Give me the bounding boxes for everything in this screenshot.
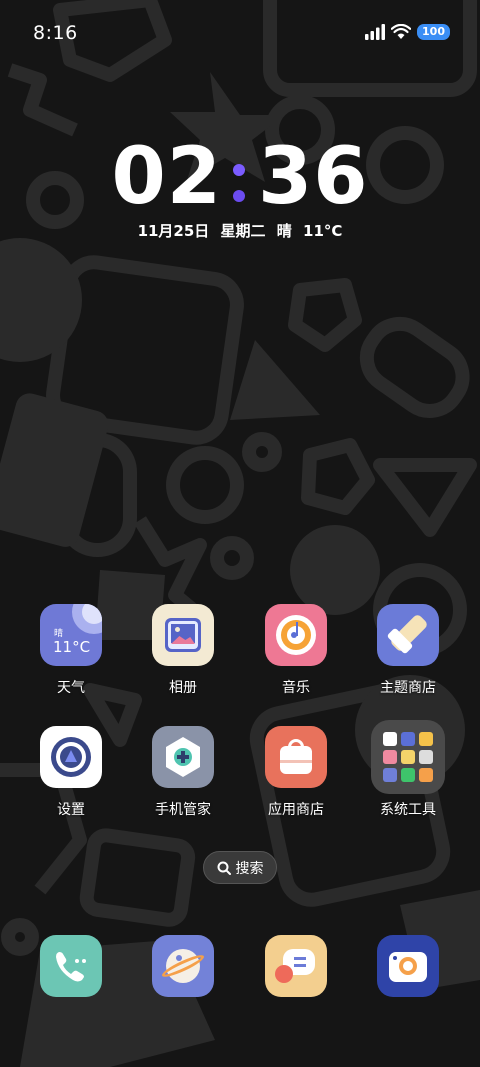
search-label: 搜索 [235, 860, 264, 877]
app-system-tools-folder[interactable]: 系统工具 [358, 720, 458, 819]
theme-store-icon [377, 604, 439, 666]
app-label-settings: 设置 [57, 802, 85, 818]
dock-app-phone[interactable] [21, 935, 121, 997]
search-icon [217, 861, 231, 875]
clock-hours: 02 [111, 132, 222, 222]
app-label-phone-manager: 手机管家 [155, 802, 211, 818]
gallery-icon [152, 604, 214, 666]
app-store-icon [265, 726, 327, 788]
app-gallery[interactable]: 相册 [133, 604, 233, 697]
date-text: 11月25日 [137, 222, 210, 240]
app-label-gallery: 相册 [169, 680, 197, 696]
system-tools-folder-icon [371, 720, 445, 794]
status-time: 8:16 [33, 22, 78, 44]
search-button[interactable]: 搜索 [203, 851, 277, 884]
wifi-icon [391, 24, 412, 39]
temperature-text: 11°C [303, 222, 343, 240]
battery-icon: 100 [417, 24, 450, 40]
app-label-music: 音乐 [282, 680, 310, 696]
clock-colon [222, 152, 258, 212]
status-icons: 100 [365, 24, 450, 40]
dock-app-browser[interactable] [133, 935, 233, 997]
app-music[interactable]: 音乐 [246, 604, 346, 697]
settings-icon [40, 726, 102, 788]
app-weather[interactable]: 晴 11°C 天气 [21, 604, 121, 697]
app-phone-manager[interactable]: 手机管家 [133, 726, 233, 819]
dock-app-camera[interactable] [358, 935, 458, 997]
clock-minutes: 36 [258, 132, 369, 222]
weather-text: 晴 [276, 222, 292, 240]
app-theme-store[interactable]: 主题商店 [358, 604, 458, 697]
camera-icon [377, 935, 439, 997]
phone-icon [40, 935, 102, 997]
app-label-weather: 天气 [57, 680, 85, 696]
music-icon [265, 604, 327, 666]
app-label-system-tools: 系统工具 [380, 802, 436, 818]
status-bar: 8:16 100 [0, 0, 480, 64]
messages-icon [265, 935, 327, 997]
signal-icon [365, 24, 386, 40]
dock-app-messages[interactable] [246, 935, 346, 997]
date-weather-line: 11月25日 星期二 晴 11°C [0, 220, 480, 241]
app-label-theme-store: 主题商店 [380, 680, 436, 696]
clock-widget[interactable]: 02 36 [0, 136, 480, 218]
phone-manager-icon [152, 726, 214, 788]
app-label-app-store: 应用商店 [268, 802, 324, 818]
browser-icon [152, 935, 214, 997]
weather-icon: 晴 11°C [40, 604, 102, 666]
app-settings[interactable]: 设置 [21, 726, 121, 819]
weekday-text: 星期二 [220, 222, 266, 240]
app-app-store[interactable]: 应用商店 [246, 726, 346, 819]
weather-widget-temp: 11°C [53, 638, 91, 656]
